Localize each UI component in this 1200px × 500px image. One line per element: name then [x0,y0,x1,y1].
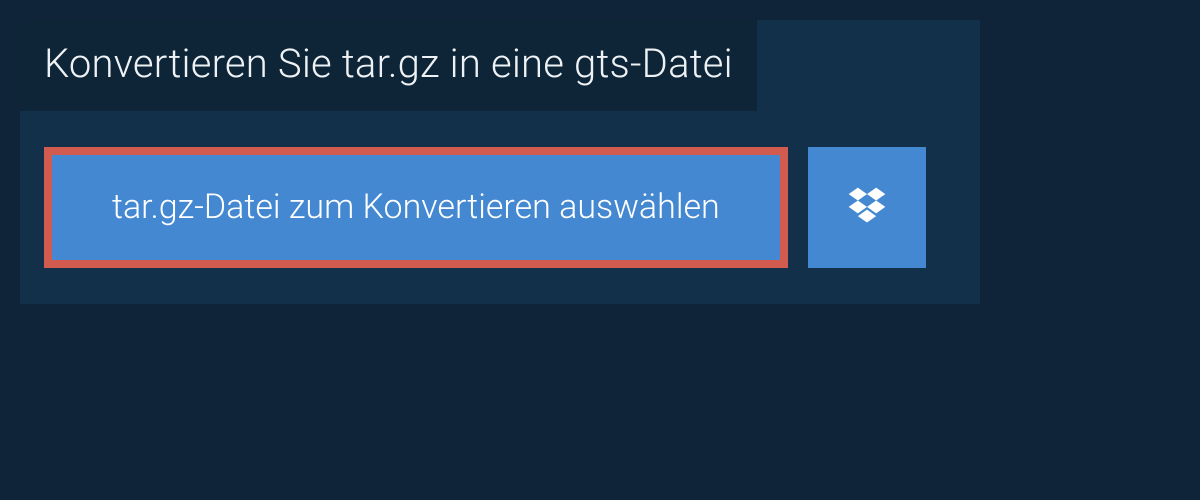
select-file-label: tar.gz-Datei zum Konvertieren auswählen [112,187,720,227]
converter-panel: Konvertieren Sie tar.gz in eine gts-Date… [20,20,980,304]
upload-row: tar.gz-Datei zum Konvertieren auswählen [44,147,956,268]
dropbox-button[interactable] [808,147,926,268]
dropbox-icon [845,184,889,232]
select-file-button[interactable]: tar.gz-Datei zum Konvertieren auswählen [44,147,788,268]
page-title: Konvertieren Sie tar.gz in eine gts-Date… [44,40,733,87]
header-bar: Konvertieren Sie tar.gz in eine gts-Date… [20,20,757,111]
